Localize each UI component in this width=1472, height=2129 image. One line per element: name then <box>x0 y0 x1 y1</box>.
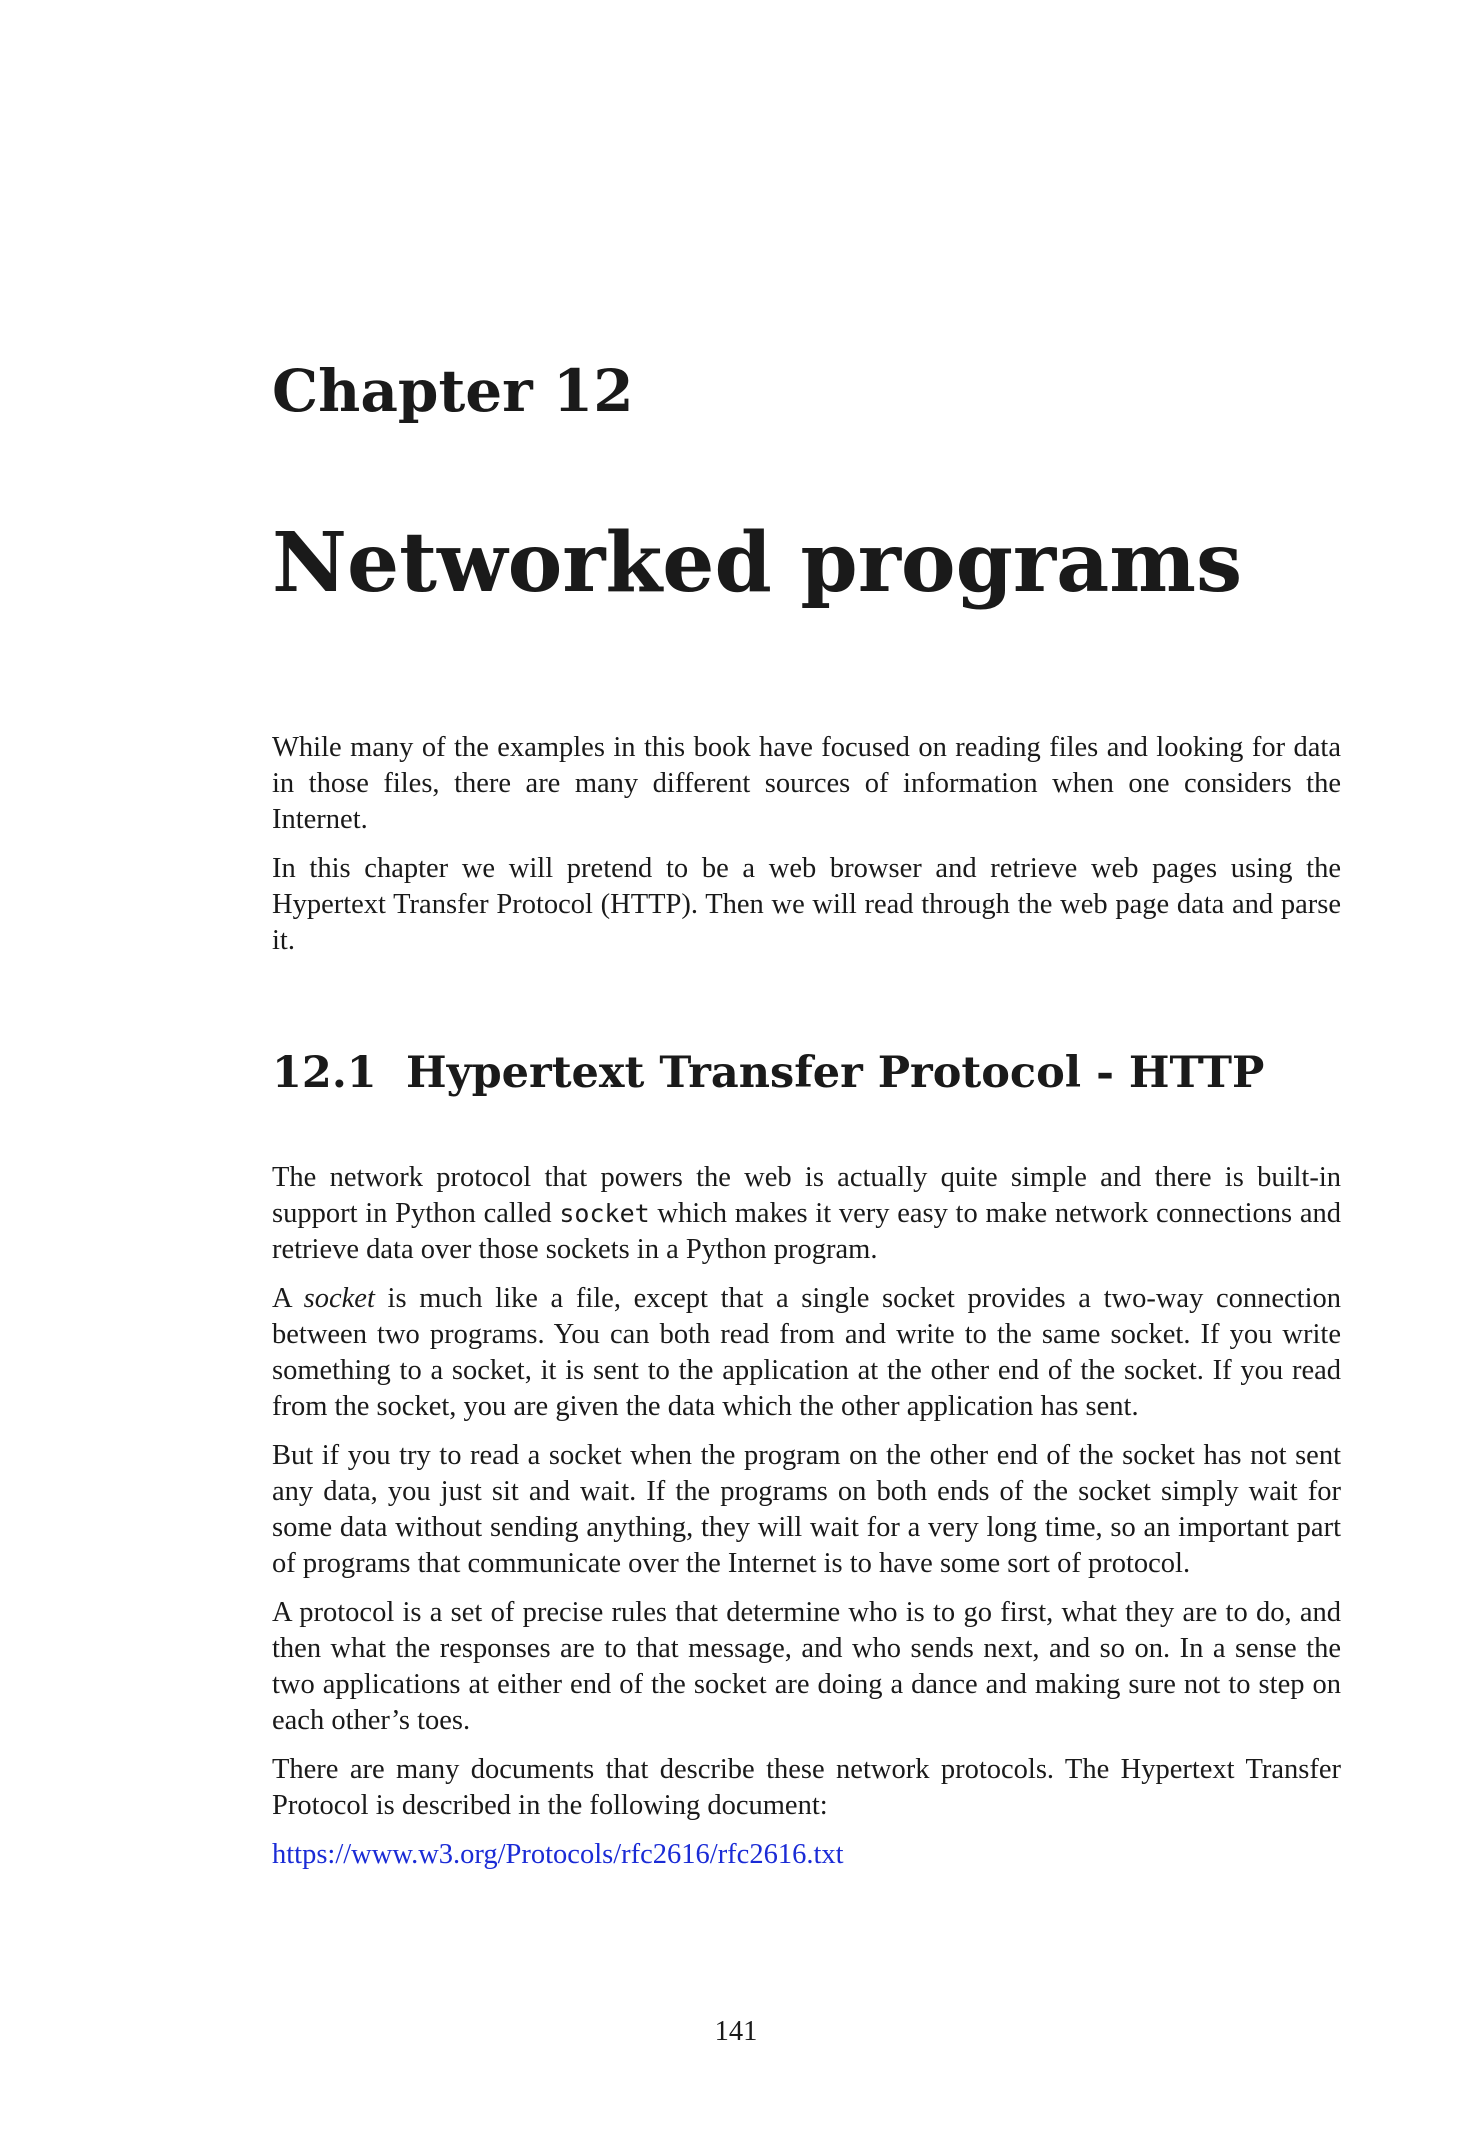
rfc2616-link[interactable]: https://www.w3.org/Protocols/rfc2616/rfc… <box>272 1839 844 1870</box>
section-title: Hypertext Transfer Protocol - HTTP <box>406 1048 1265 1098</box>
book-page: Chapter 12 Networked programs While many… <box>0 0 1472 2129</box>
section-paragraph-5: There are many documents that describe t… <box>272 1754 1341 1821</box>
section-paragraph-2: A socket is much like a file, except tha… <box>272 1281 1341 1425</box>
chapter-title: Networked programs <box>272 515 1243 611</box>
section-body: The network protocol that powers the web… <box>272 1160 1341 1873</box>
emphasis-socket: socket <box>303 1283 375 1314</box>
intro-paragraph-2: In this chapter we will pretend to be a … <box>272 853 1341 956</box>
section-number: 12.1 <box>272 1048 377 1098</box>
page-number: 141 <box>714 2016 758 2047</box>
section-paragraph-3: But if you try to read a socket when the… <box>272 1440 1341 1579</box>
section-heading: 12.1 Hypertext Transfer Protocol - HTTP <box>272 1045 1264 1101</box>
intro-paragraph-1: While many of the examples in this book … <box>272 732 1341 835</box>
section-paragraph-2-text-a: A <box>272 1283 304 1314</box>
section-paragraph-4: A protocol is a set of precise rules tha… <box>272 1597 1341 1736</box>
section-paragraph-2-text-b: is much like a file, except that a singl… <box>272 1283 1342 1422</box>
section-paragraph-1: The network protocol that powers the web… <box>272 1160 1341 1268</box>
chapter-label: Chapter 12 <box>272 357 634 425</box>
inline-code-socket: socket <box>559 1199 650 1228</box>
intro-text: While many of the examples in this book … <box>272 730 1341 972</box>
